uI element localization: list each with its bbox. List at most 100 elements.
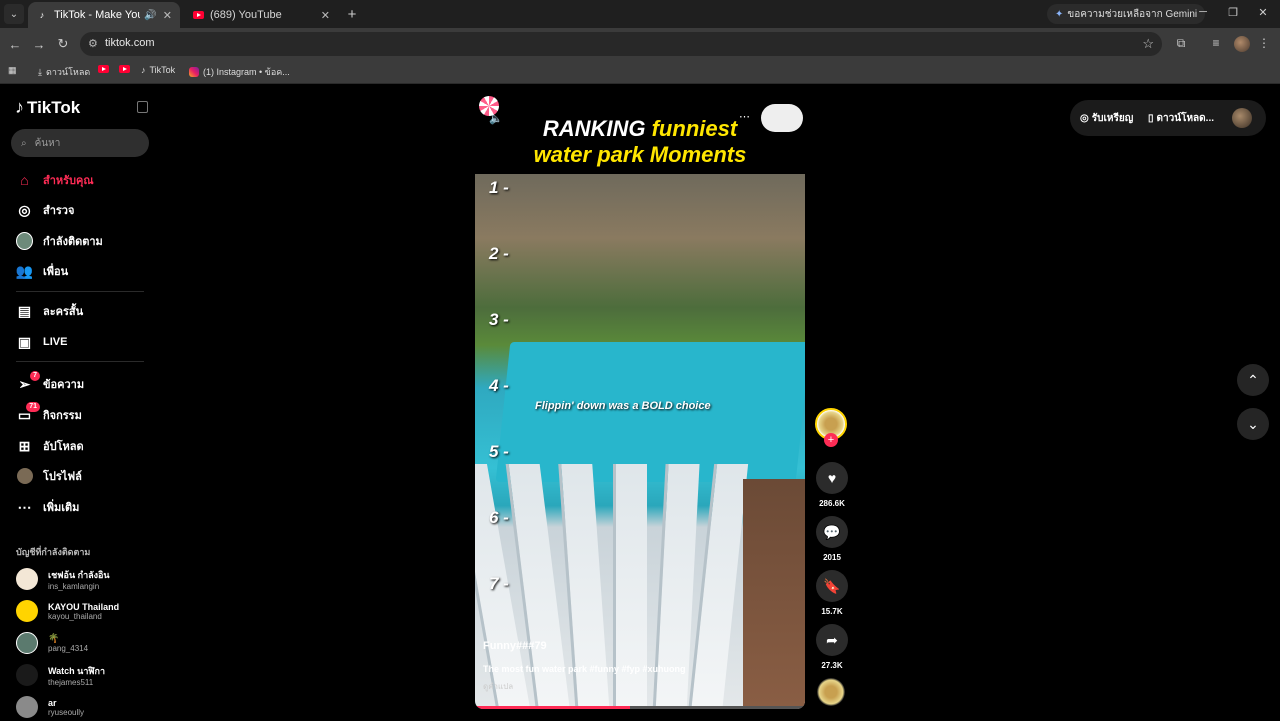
url-text: tiktok.com	[105, 37, 155, 49]
nav-label: ละครสั้น	[43, 306, 84, 318]
tab-search-button[interactable]: ⌄	[4, 4, 24, 24]
following-account[interactable]: ar ryuseoully	[16, 693, 84, 721]
instagram-icon	[189, 67, 199, 77]
following-account[interactable]: KAYOU Thailand kayou_thailand	[16, 597, 119, 625]
nav-drama[interactable]: ▤ ละครสั้น	[16, 299, 83, 323]
music-disc-icon[interactable]	[817, 678, 845, 706]
following-account[interactable]: Watch นาฬิกา thejames511	[16, 661, 105, 689]
nav-following[interactable]: กำลังติดตาม	[16, 229, 103, 253]
comment-icon: 💬	[816, 516, 848, 548]
new-tab-button[interactable]: +	[344, 6, 360, 23]
nav-label: กำลังติดตาม	[43, 236, 103, 248]
save-count: 15.7K	[821, 607, 843, 616]
account-name: KAYOU Thailand	[48, 601, 120, 612]
youtube-icon	[98, 65, 109, 73]
media-controls-icon[interactable]: ≡	[1208, 36, 1224, 50]
activity-badge: 71	[26, 401, 40, 412]
tiktok-note-icon: ♪	[15, 97, 24, 117]
nav-live[interactable]: ▣ LIVE	[16, 330, 68, 354]
save-button[interactable]: 🔖 15.7K	[815, 570, 849, 616]
share-button[interactable]: ➦ 27.3K	[815, 624, 849, 670]
close-window-button[interactable]: ✕	[1256, 6, 1270, 19]
friends-icon: 👥	[15, 262, 34, 279]
rank-label: 5 -	[489, 442, 509, 461]
previous-video-button[interactable]: ⌃	[1237, 364, 1269, 396]
collapse-sidebar-icon[interactable]	[137, 101, 148, 113]
restore-button[interactable]: ❐	[1226, 6, 1240, 19]
message-badge: 7	[30, 370, 40, 381]
nav-activity[interactable]: ▭ 71 กิจกรรม	[16, 401, 82, 427]
bookmark-instagram[interactable]: (1) Instagram • ข้อค...	[189, 65, 290, 79]
rank-label: 6 -	[489, 508, 509, 527]
back-button[interactable]: ←	[6, 35, 24, 53]
tiktok-logo[interactable]: ♪ TikTok	[15, 97, 80, 118]
see-translation-link[interactable]: ดูคำแปล	[483, 680, 793, 693]
address-bar[interactable]: ⚙ tiktok.com ☆	[80, 32, 1162, 56]
video-overlay-caption: Flippin' down was a BOLD choice	[535, 400, 711, 412]
minimize-button[interactable]: ─	[1196, 6, 1210, 18]
apps-grid-icon[interactable]: ▦	[8, 65, 17, 76]
nav-more[interactable]: ⋯ เพิ่มเติม	[16, 495, 80, 519]
follow-plus-icon[interactable]: +	[824, 433, 838, 447]
user-avatar[interactable]	[1232, 108, 1252, 128]
close-tab-icon[interactable]: ✕	[163, 9, 172, 22]
close-tab-icon[interactable]: ✕	[321, 9, 330, 22]
reload-button[interactable]: ↻	[54, 35, 72, 53]
bookmarks-bar: ▦ ⤓ ดาวน์โหลด ♪ TikTok (1) Instagram • ข…	[0, 60, 1280, 84]
nav-upload[interactable]: ⊞ อัปโหลด	[16, 434, 84, 458]
following-account[interactable]: 🌴 pang_4314	[16, 629, 88, 657]
search-input[interactable]: ⌕ ค้นหา	[11, 129, 149, 157]
get-coins-button[interactable]: ◎ รับเหรียญ	[1080, 111, 1133, 126]
nav-label: โปรไฟล์	[43, 471, 82, 483]
video-frame: 1 - 2 - 3 - 4 - 5 - 6 - 7 - Flippin' dow…	[475, 174, 805, 709]
bookmark-youtube-2[interactable]	[119, 65, 130, 73]
nav-profile[interactable]: โปรไฟล์	[16, 464, 82, 488]
following-account[interactable]: เชฟอ้น กำลังอิน ins_kamlangin	[16, 565, 110, 593]
nav-friends[interactable]: 👥 เพื่อน	[16, 259, 68, 283]
youtube-favicon-icon	[192, 9, 204, 21]
video-progress-bar[interactable]	[475, 706, 805, 709]
activity-icon: ▭ 71	[16, 401, 40, 424]
comment-button[interactable]: 💬 2015	[815, 516, 849, 562]
nav-explore[interactable]: ◎ สำรวจ	[16, 198, 74, 222]
bookmark-label: TikTok	[149, 65, 176, 75]
like-button[interactable]: ♥ 286.6K	[815, 462, 849, 508]
browser-profile-avatar[interactable]	[1234, 36, 1250, 52]
forward-button[interactable]: →	[30, 35, 48, 53]
gemini-sparkle-icon: ✦	[1055, 8, 1064, 20]
account-handle: pang_4314	[48, 644, 89, 653]
search-icon: ⌕	[21, 137, 27, 149]
bookmark-youtube-1[interactable]	[98, 65, 109, 73]
chevron-up-icon: ⌃	[1247, 371, 1259, 388]
nav-label: กิจกรรม	[43, 410, 82, 422]
following-accounts-title: บัญชีที่กำลังติดตาม	[16, 547, 91, 557]
title-white-text: RANKING	[542, 116, 652, 141]
next-video-button[interactable]: ⌄	[1237, 408, 1269, 440]
progress-fill	[475, 706, 631, 709]
coin-icon: ◎	[1080, 113, 1089, 124]
account-handle: ryuseoully	[48, 707, 85, 717]
sidebar-divider	[16, 291, 144, 292]
nav-messages[interactable]: ➢ 7 ข้อความ	[16, 370, 84, 396]
video-player[interactable]: 🔈 ⋯ RANKING funniest water park Moments …	[475, 92, 805, 709]
nav-for-you[interactable]: ⌂ สำหรับคุณ	[16, 168, 93, 192]
pool-shape	[495, 342, 805, 482]
bookmark-tiktok[interactable]: ♪ TikTok	[141, 65, 175, 75]
tiktok-favicon-icon: ♪	[39, 10, 45, 20]
youtube-icon	[119, 65, 130, 73]
speaker-icon[interactable]: 🔊	[144, 10, 156, 21]
menu-icon[interactable]: ⋮	[1256, 36, 1272, 50]
tiktok-sidebar: ♪ TikTok ⌕ ค้นหา ⌂ สำหรับคุณ ◎ สำรวจ กำล…	[0, 85, 160, 720]
account-handle: thejames511	[48, 677, 94, 687]
nav-label: อัปโหลด	[43, 441, 84, 453]
tab-tiktok[interactable]: ♪ TikTok - Make Your Day 🔊 ✕	[28, 2, 180, 28]
video-author[interactable]: Funny###79	[483, 640, 793, 652]
tab-youtube[interactable]: (689) YouTube ✕	[184, 2, 338, 28]
chevron-down-icon: ⌄	[1247, 415, 1259, 432]
gemini-button[interactable]: ✦ ขอความช่วยเหลือจาก Gemini	[1047, 4, 1206, 24]
download-app-button[interactable]: ▯ ดาวน์โหลด...	[1148, 111, 1214, 126]
bookmark-star-icon[interactable]: ☆	[1142, 36, 1154, 52]
extensions-icon[interactable]: ⧉	[1173, 36, 1189, 51]
site-info-icon[interactable]: ⚙	[88, 37, 98, 50]
bookmark-downloads[interactable]: ⤓ ดาวน์โหลด	[38, 65, 90, 79]
